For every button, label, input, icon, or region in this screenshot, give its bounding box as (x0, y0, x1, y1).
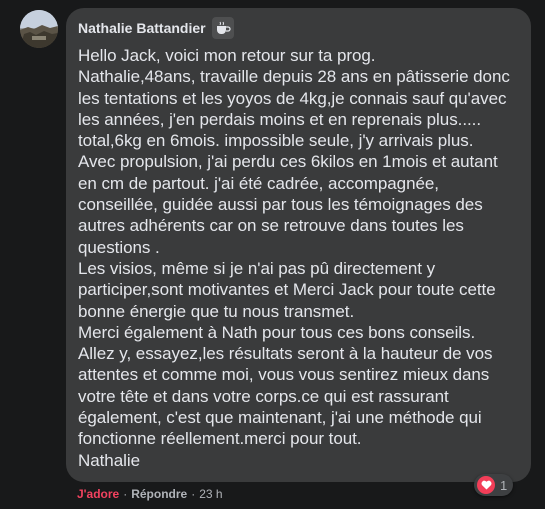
coffee-cup-icon[interactable] (211, 17, 234, 39)
adore-button[interactable]: J'adore (77, 487, 119, 501)
comment-actions: J'adore · Répondre · 23 h (77, 487, 223, 501)
reply-button[interactable]: Répondre (131, 487, 187, 501)
timestamp[interactable]: 23 h (199, 487, 222, 501)
author-name[interactable]: Nathalie Battandier (78, 20, 206, 36)
separator: · (191, 487, 196, 501)
comment-text: Hello Jack, voici mon retour sur ta prog… (78, 46, 510, 470)
comment-header: Nathalie Battandier (78, 17, 519, 39)
avatar[interactable] (20, 10, 58, 48)
reaction-count: 1 (500, 477, 508, 493)
reaction-summary[interactable]: 1 (474, 474, 514, 496)
comment-bubble: Nathalie Battandier Hello Jack, voici mo… (66, 8, 531, 482)
separator: · (123, 487, 128, 501)
heart-icon (477, 476, 495, 494)
